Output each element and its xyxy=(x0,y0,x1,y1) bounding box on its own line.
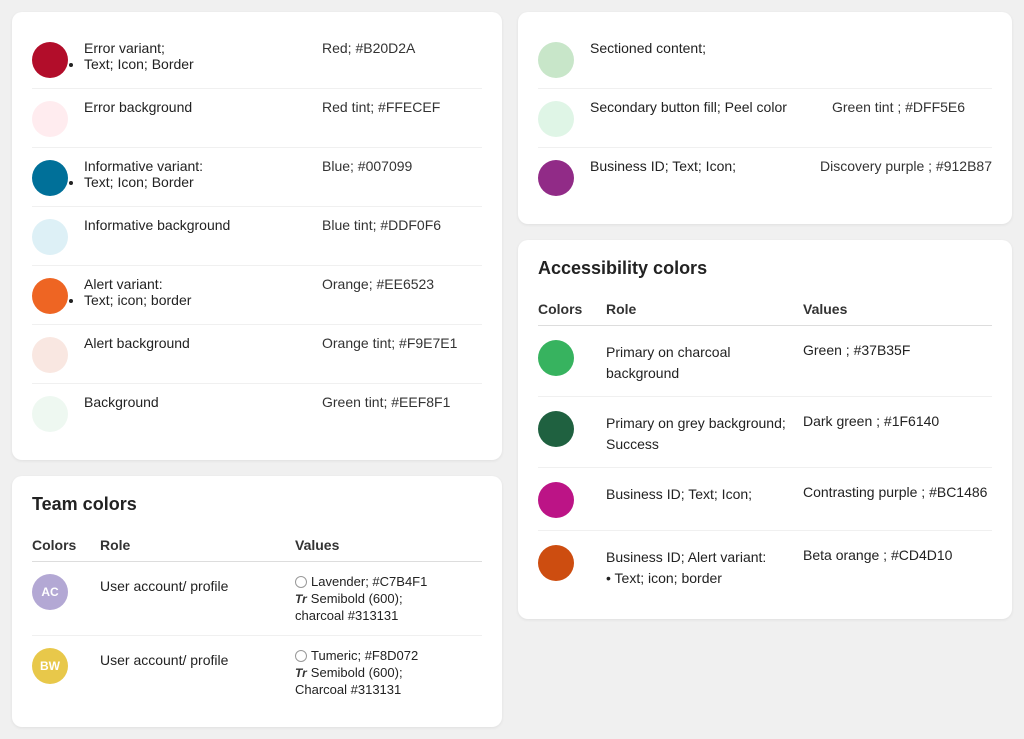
status-color-row: Error variant;Text; Icon; Border Red; #B2… xyxy=(32,30,482,89)
color-swatch xyxy=(538,482,574,518)
accessibility-header: Colors Role Values xyxy=(538,293,992,326)
status-color-row: Error background Red tint; #FFECEF xyxy=(32,89,482,148)
color-value-text: Green tint; #EEF8F1 xyxy=(322,394,482,410)
team-value-item: Tr Semibold (600); xyxy=(295,591,482,606)
acc-header-col2: Role xyxy=(606,301,795,317)
accessibility-role: Primary on grey background; Success xyxy=(606,409,795,455)
team-colors-title: Team colors xyxy=(32,494,482,515)
color-value-text: Orange tint; #F9E7E1 xyxy=(322,335,482,351)
accessibility-row: Business ID; Alert variant:• Text; icon;… xyxy=(538,531,992,601)
team-value-text: Semibold (600); xyxy=(311,591,403,606)
team-values: Tumeric; #F8D072 Tr Semibold (600); Charcoa… xyxy=(295,648,482,697)
color-value-text: Orange; #EE6523 xyxy=(322,276,482,292)
color-swatch xyxy=(538,160,574,196)
color-role-text: Background xyxy=(84,394,306,410)
color-value-text: Discovery purple ; #912B87 xyxy=(820,158,992,174)
color-role-text: Error background xyxy=(84,99,306,115)
color-swatch xyxy=(32,42,68,78)
color-swatch xyxy=(538,411,574,447)
color-swatch xyxy=(32,101,68,137)
color-role-text: Secondary button fill; Peel color xyxy=(590,99,816,115)
color-role-text: Alert variant:Text; icon; border xyxy=(84,276,306,308)
acc-header-col3: Values xyxy=(803,301,992,317)
team-color-list: AC User account/ profile Lavender; #C7B4F1… xyxy=(32,562,482,709)
accessibility-title: Accessibility colors xyxy=(538,258,992,279)
team-values: Lavender; #C7B4F1 Tr Semibold (600); charco… xyxy=(295,574,482,623)
color-swatch xyxy=(538,340,574,376)
team-header-col3: Values xyxy=(295,537,482,553)
accessibility-role: Business ID; Text; Icon; xyxy=(606,480,795,505)
team-role: User account/ profile xyxy=(100,648,287,668)
team-color-row: AC User account/ profile Lavender; #C7B4F1… xyxy=(32,562,482,636)
accessibility-list: Primary on charcoal background Green ; #3… xyxy=(538,326,992,601)
status-color-row: Alert variant:Text; icon; border Orange; … xyxy=(32,266,482,325)
team-value-item: Lavender; #C7B4F1 xyxy=(295,574,482,589)
team-value-item: Tr Semibold (600); xyxy=(295,665,482,680)
color-role-text: Sectioned content; xyxy=(590,40,816,56)
continuation-row: Business ID; Text; Icon; Discovery purple… xyxy=(538,148,992,206)
team-value-text: Tumeric; #F8D072 xyxy=(311,648,418,663)
status-colors-card: Error variant;Text; Icon; Border Red; #B2… xyxy=(12,12,502,460)
accessibility-value: Beta orange ; #CD4D10 xyxy=(803,543,992,563)
team-value-item: Charcoal #313131 xyxy=(295,682,482,697)
acc-header-col1: Colors xyxy=(538,301,598,317)
team-value-item: Tumeric; #F8D072 xyxy=(295,648,482,663)
team-header-col2: Role xyxy=(100,537,287,553)
team-avatar: BW xyxy=(32,648,68,684)
status-color-row: Informative variant:Text; Icon; Border Bl… xyxy=(32,148,482,207)
color-role-text: Informative variant:Text; Icon; Border xyxy=(84,158,306,190)
team-value-item: charcoal #313131 xyxy=(295,608,482,623)
circle-icon xyxy=(295,650,307,662)
status-color-row: Informative background Blue tint; #DDF0F6 xyxy=(32,207,482,266)
team-value-text: Charcoal #313131 xyxy=(295,682,401,697)
color-role-text: Business ID; Text; Icon; xyxy=(590,158,804,174)
color-value-text: Green tint ; #DFF5E6 xyxy=(832,99,992,115)
accessibility-value: Contrasting purple ; #BC1486 xyxy=(803,480,992,500)
team-colors-header: Colors Role Values xyxy=(32,529,482,562)
tr-icon: Tr xyxy=(295,592,307,606)
accessibility-role: Primary on charcoal background xyxy=(606,338,795,384)
accessibility-card: Accessibility colors Colors Role Values … xyxy=(518,240,1012,619)
team-avatar: AC xyxy=(32,574,68,610)
accessibility-row: Business ID; Text; Icon; Contrasting purp… xyxy=(538,468,992,531)
color-swatch xyxy=(538,42,574,78)
team-colors-card: Team colors Colors Role Values AC User ac… xyxy=(12,476,502,727)
color-swatch xyxy=(32,160,68,196)
accessibility-value: Green ; #37B35F xyxy=(803,338,992,358)
right-top-card: Sectioned content; Secondary button fill;… xyxy=(518,12,1012,224)
team-role: User account/ profile xyxy=(100,574,287,594)
accessibility-row: Primary on grey background; Success Dark … xyxy=(538,397,992,468)
circle-icon xyxy=(295,576,307,588)
status-color-row: Alert background Orange tint; #F9E7E1 xyxy=(32,325,482,384)
continuation-row: Sectioned content; xyxy=(538,30,992,89)
color-role-text: Alert background xyxy=(84,335,306,351)
color-swatch xyxy=(32,219,68,255)
team-color-row: BWUser account/ profileTumeric; #F8D072T… xyxy=(32,636,482,709)
color-value-text: Blue tint; #DDF0F6 xyxy=(322,217,482,233)
color-value-text: Red; #B20D2A xyxy=(322,40,482,56)
team-value-text: charcoal #313131 xyxy=(295,608,398,623)
team-value-text: Lavender; #C7B4F1 xyxy=(311,574,427,589)
status-color-list: Error variant;Text; Icon; Border Red; #B2… xyxy=(32,30,482,442)
status-color-row: Background Green tint; #EEF8F1 xyxy=(32,384,482,442)
color-swatch xyxy=(538,101,574,137)
color-role-text: Error variant;Text; Icon; Border xyxy=(84,40,306,72)
color-role-text: Informative background xyxy=(84,217,306,233)
team-header-col1: Colors xyxy=(32,537,92,553)
color-swatch xyxy=(32,337,68,373)
color-swatch xyxy=(32,278,68,314)
team-value-text: Semibold (600); xyxy=(311,665,403,680)
color-value-text: Blue; #007099 xyxy=(322,158,482,174)
accessibility-row: Primary on charcoal background Green ; #3… xyxy=(538,326,992,397)
color-swatch xyxy=(538,545,574,581)
tr-icon: Tr xyxy=(295,666,307,680)
color-swatch xyxy=(32,396,68,432)
continuation-row: Secondary button fill; Peel color Green t… xyxy=(538,89,992,148)
continuation-list: Sectioned content; Secondary button fill;… xyxy=(538,30,992,206)
color-value-text: Red tint; #FFECEF xyxy=(322,99,482,115)
accessibility-value: Dark green ; #1F6140 xyxy=(803,409,992,429)
accessibility-role: Business ID; Alert variant:• Text; icon;… xyxy=(606,543,795,589)
